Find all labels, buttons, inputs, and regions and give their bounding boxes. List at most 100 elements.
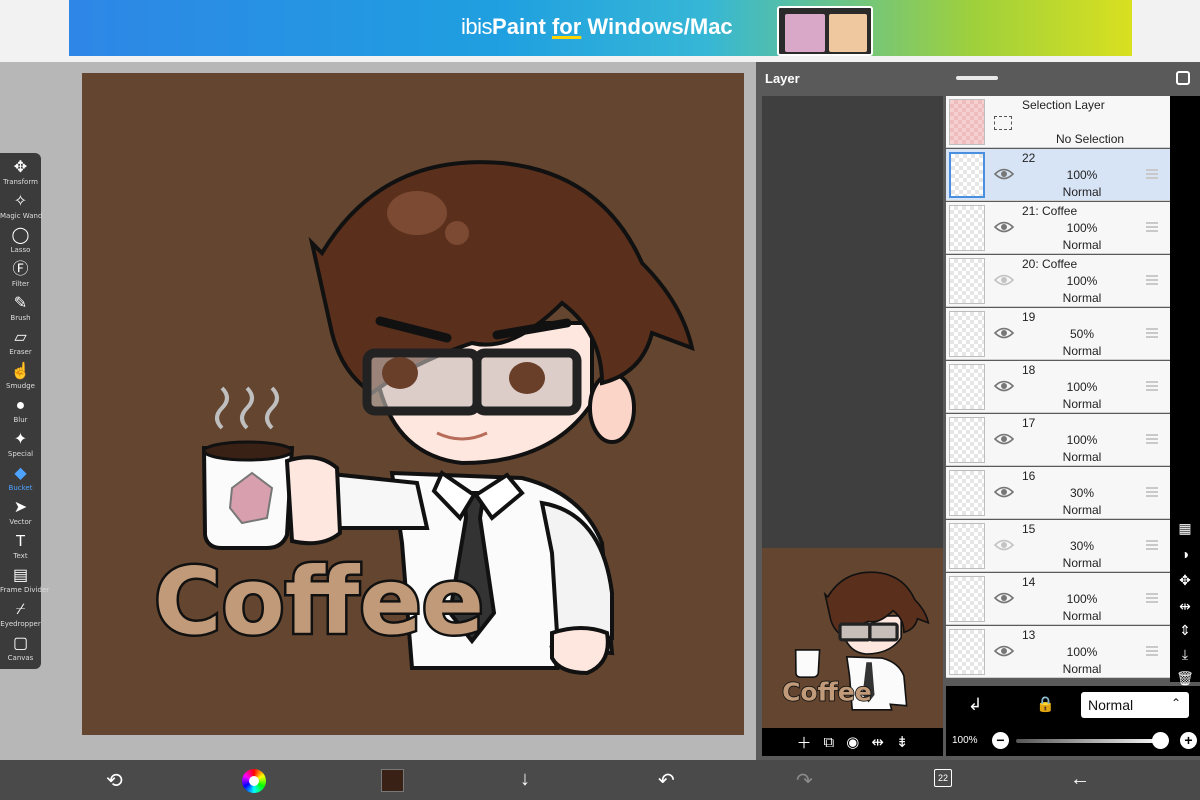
opacity-slider[interactable] bbox=[1016, 739, 1166, 743]
layer-blend-mode: Normal bbox=[1062, 397, 1102, 411]
layer-row[interactable]: 20: Coffee 100% Normal bbox=[946, 255, 1170, 307]
visibility-eye-icon[interactable] bbox=[994, 220, 1014, 234]
tool-brush[interactable]: ✎ Brush bbox=[0, 294, 41, 328]
layer-side-tools: ▦ ◑ ✥ ⇹ ⇕ ⤓ 🗑 FX ⋮ bbox=[1170, 96, 1200, 736]
selection-layer-row[interactable]: Selection Layer No Selection bbox=[946, 96, 1170, 148]
reorder-handle-icon[interactable] bbox=[1146, 275, 1158, 285]
merge-icon[interactable]: ⤓ bbox=[1170, 646, 1200, 663]
reorder-handle-icon[interactable] bbox=[1146, 328, 1158, 338]
add-layer-icon[interactable]: ＋ bbox=[797, 732, 812, 753]
steam-3-shape bbox=[265, 386, 279, 430]
checker-icon[interactable]: ▦ bbox=[1170, 520, 1200, 537]
promo-banner[interactable]: ibisPaint for Windows/Mac bbox=[69, 0, 1132, 56]
layer-row[interactable]: 14 100% Normal bbox=[946, 573, 1170, 625]
tool-canvas[interactable]: ▢ Canvas bbox=[0, 634, 41, 668]
preview-artwork: Coffee bbox=[781, 571, 930, 711]
undo-icon[interactable]: ↶ bbox=[658, 768, 675, 793]
layer-opacity: 100% bbox=[1066, 274, 1098, 288]
blend-mode-bar: ↲ 🔒 Normal ⌃ bbox=[946, 686, 1200, 726]
reorder-handle-icon[interactable] bbox=[1146, 169, 1158, 179]
brush-settings-icon[interactable]: ⟲ bbox=[106, 768, 123, 793]
clipping-icon[interactable]: ◑ bbox=[1170, 546, 1200, 562]
duplicate-layer-icon[interactable]: ⧉ bbox=[824, 734, 835, 751]
visibility-eye-icon[interactable] bbox=[994, 485, 1014, 499]
layer-blend-mode: Normal bbox=[1062, 344, 1102, 358]
delete-layer-icon[interactable]: 🗑 bbox=[1170, 670, 1200, 687]
visibility-eye-icon[interactable] bbox=[994, 644, 1014, 658]
camera-icon[interactable]: ◉ bbox=[846, 733, 859, 751]
layer-row[interactable]: 21: Coffee 100% Normal bbox=[946, 202, 1170, 254]
blend-mode-select[interactable]: Normal ⌃ bbox=[1081, 692, 1189, 718]
opacity-increase-button[interactable]: + bbox=[1180, 732, 1197, 749]
layer-list[interactable]: Selection Layer No Selection 22 100% Norma… bbox=[946, 96, 1170, 682]
visibility-eye-icon[interactable] bbox=[994, 591, 1014, 605]
panel-drag-handle[interactable] bbox=[956, 76, 998, 80]
flip-vertical-icon[interactable]: ⇕ bbox=[1170, 622, 1200, 639]
layer-thumbnail bbox=[949, 470, 985, 516]
redo-icon[interactable]: ↷ bbox=[796, 768, 813, 793]
tool-transform[interactable]: ✥ Transform bbox=[0, 158, 41, 192]
tool-blur[interactable]: ● Blur bbox=[0, 396, 41, 430]
layer-row[interactable]: 22 100% Normal bbox=[946, 149, 1170, 201]
visibility-eye-icon[interactable] bbox=[994, 538, 1014, 552]
layer-row[interactable]: 16 30% Normal bbox=[946, 467, 1170, 519]
eraser-icon: ▱ bbox=[14, 329, 27, 346]
tool-eraser[interactable]: ▱ Eraser bbox=[0, 328, 41, 362]
opacity-decrease-button[interactable]: − bbox=[992, 732, 1009, 749]
clip-arrow-icon[interactable]: ↲ bbox=[968, 695, 982, 715]
visibility-eye-icon[interactable] bbox=[994, 379, 1014, 393]
artboard[interactable]: Coffee bbox=[82, 73, 744, 735]
bottom-toolbar: ⟲ ↓ ↶ ↷ 22 ← bbox=[0, 760, 1200, 800]
move-layer-icon[interactable]: ✥ bbox=[1170, 572, 1200, 589]
reorder-handle-icon[interactable] bbox=[1146, 593, 1158, 603]
tool-smudge[interactable]: ☝ Smudge bbox=[0, 362, 41, 396]
reorder-handle-icon[interactable] bbox=[1146, 434, 1158, 444]
layer-opacity: 100% bbox=[1066, 433, 1098, 447]
visibility-eye-icon[interactable] bbox=[994, 273, 1014, 287]
tool-frame-divider[interactable]: ▤ Frame Divider bbox=[0, 566, 49, 600]
visibility-eye-icon[interactable] bbox=[994, 326, 1014, 340]
merge-down-icon[interactable]: ⇟ bbox=[896, 733, 909, 751]
tool-magic-wand[interactable]: ✧ Magic Wand bbox=[0, 192, 42, 226]
layer-opacity: 50% bbox=[1069, 327, 1095, 341]
layer-row[interactable]: 19 50% Normal bbox=[946, 308, 1170, 360]
hair-highlight-shape bbox=[387, 191, 447, 235]
canvas-workspace[interactable]: Coffee bbox=[0, 62, 756, 760]
layer-row[interactable]: 17 100% Normal bbox=[946, 414, 1170, 466]
preview-thumbnail[interactable]: Coffee bbox=[762, 548, 943, 728]
tool-lasso[interactable]: ◯ Lasso bbox=[0, 226, 41, 260]
fx-icon: Ⓕ bbox=[12, 261, 29, 278]
layers-button[interactable]: 22 bbox=[934, 769, 952, 787]
tool-text[interactable]: T Text bbox=[0, 532, 41, 566]
visibility-eye-icon[interactable] bbox=[994, 167, 1014, 181]
maximize-panel-icon[interactable] bbox=[1176, 71, 1190, 85]
current-color-swatch[interactable] bbox=[381, 769, 404, 792]
layer-thumbnail bbox=[949, 311, 985, 357]
layer-row[interactable]: 18 100% Normal bbox=[946, 361, 1170, 413]
flip-layer-icon[interactable]: ⇹ bbox=[1170, 598, 1200, 615]
tool-filter[interactable]: Ⓕ Filter bbox=[0, 260, 41, 294]
reorder-handle-icon[interactable] bbox=[1146, 540, 1158, 550]
visibility-eye-icon[interactable] bbox=[994, 432, 1014, 446]
tool-label: Blur bbox=[13, 416, 28, 424]
reorder-handle-icon[interactable] bbox=[1146, 381, 1158, 391]
opacity-slider-knob[interactable] bbox=[1152, 732, 1169, 749]
tool-eyedropper[interactable]: ⌿ Eyedropper bbox=[0, 600, 41, 634]
tool-vector[interactable]: ➤ Vector bbox=[0, 498, 41, 532]
tool-special[interactable]: ✦ Special bbox=[0, 430, 41, 464]
layer-row[interactable]: 15 30% Normal bbox=[946, 520, 1170, 572]
tool-bucket[interactable]: ◆ Bucket bbox=[0, 464, 41, 498]
layer-row[interactable]: 13 100% Normal bbox=[946, 626, 1170, 678]
layer-opacity: 100% bbox=[1066, 168, 1098, 182]
reorder-handle-icon[interactable] bbox=[1146, 222, 1158, 232]
down-arrow-icon[interactable]: ↓ bbox=[520, 768, 530, 791]
banner-brand-pre: ibis bbox=[461, 14, 493, 39]
reorder-handle-icon[interactable] bbox=[1146, 487, 1158, 497]
flip-horizontal-icon[interactable]: ⇹ bbox=[871, 733, 884, 751]
alpha-lock-icon[interactable]: 🔒 bbox=[1036, 695, 1055, 713]
color-wheel-icon[interactable] bbox=[242, 769, 266, 793]
layer-preview: Coffee bbox=[762, 96, 943, 728]
back-arrow-icon[interactable]: ← bbox=[1070, 768, 1090, 791]
opacity-value: 100% bbox=[952, 735, 978, 746]
reorder-handle-icon[interactable] bbox=[1146, 646, 1158, 656]
